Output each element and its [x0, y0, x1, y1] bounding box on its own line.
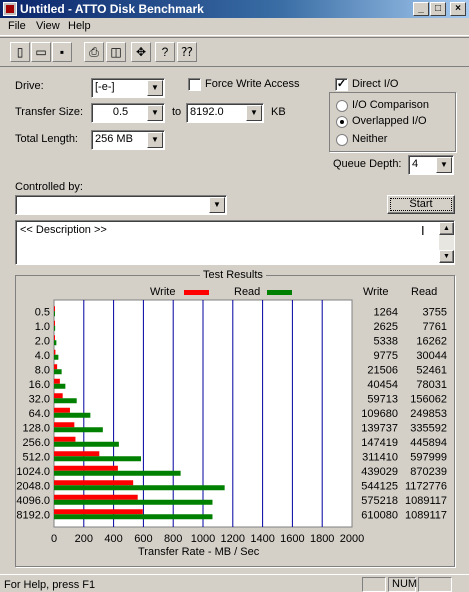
category-label: 0.5 — [35, 306, 50, 318]
write-bar — [54, 422, 75, 428]
write-bar — [54, 364, 58, 370]
read-bar — [54, 325, 56, 331]
write-value: 59713 — [367, 393, 398, 405]
read-value: 445894 — [410, 437, 447, 449]
x-tick-label: 1400 — [250, 533, 274, 545]
read-value: 52461 — [416, 364, 447, 376]
transfer-rate-chart: 0 200 400 600 800 1000 1200 1400 1600 1800 2000 0.5… — [16, 299, 447, 545]
category-label: 32.0 — [29, 393, 50, 405]
x-tick-label: 2000 — [340, 533, 364, 545]
write-value: 311410 — [362, 451, 398, 463]
write-bar — [54, 320, 55, 326]
read-value: 335592 — [410, 422, 447, 434]
read-value: 1172776 — [405, 480, 447, 492]
read-bar — [54, 514, 213, 520]
read-value: 249853 — [410, 408, 447, 420]
read-bar — [54, 398, 77, 404]
category-label: 4.0 — [35, 350, 50, 362]
write-value: 610080 — [361, 509, 398, 521]
read-bar — [54, 354, 59, 360]
write-bar — [54, 436, 76, 442]
write-value: 9775 — [374, 350, 398, 362]
write-value: 5338 — [374, 335, 398, 347]
read-value: 1089117 — [405, 509, 447, 521]
read-bar — [54, 485, 225, 491]
read-value: 870239 — [410, 466, 447, 478]
read-bar — [54, 441, 119, 447]
write-bar — [54, 349, 56, 355]
category-label: 4096.0 — [16, 495, 50, 507]
category-label: 2048.0 — [16, 480, 50, 492]
read-value: 78031 — [416, 379, 447, 391]
status-help-text: For Help, press F1 — [4, 579, 96, 591]
read-bar — [54, 456, 142, 462]
x-axis-label: Transfer Rate - MB / Sec — [138, 546, 260, 558]
write-bar — [54, 335, 55, 341]
write-value: 575218 — [361, 495, 398, 507]
write-bar — [54, 451, 100, 457]
category-label: 64.0 — [29, 408, 50, 420]
category-label: 512.0 — [22, 451, 50, 463]
write-value: 1264 — [374, 306, 398, 318]
write-bar — [54, 378, 60, 384]
x-tick-label: 1600 — [280, 533, 304, 545]
status-panel-caps — [362, 577, 386, 592]
read-value: 30044 — [416, 350, 447, 362]
x-tick-label: 200 — [75, 533, 93, 545]
read-value: 597999 — [410, 451, 447, 463]
read-bar — [54, 311, 55, 317]
status-panel-scroll — [418, 577, 452, 592]
category-label: 8192.0 — [16, 509, 50, 521]
category-label: 256.0 — [22, 437, 50, 449]
status-bar: For Help, press F1 NUM — [0, 574, 469, 592]
read-bar — [54, 499, 213, 505]
write-bar — [54, 480, 134, 486]
x-tick-label: 1200 — [221, 533, 245, 545]
read-value: 16262 — [416, 335, 447, 347]
write-value: 439029 — [361, 466, 398, 478]
read-value: 7761 — [423, 321, 447, 333]
read-bar — [54, 383, 66, 389]
write-value: 2625 — [374, 321, 398, 333]
read-bar — [54, 340, 57, 346]
category-label: 16.0 — [29, 379, 50, 391]
category-label: 128.0 — [22, 422, 50, 434]
read-bar — [54, 369, 62, 375]
x-tick-label: 0 — [51, 533, 57, 545]
write-value: 21506 — [367, 364, 398, 376]
category-label: 1.0 — [35, 321, 50, 333]
write-bar — [54, 393, 63, 399]
x-tick-label: 400 — [104, 533, 122, 545]
category-label: 8.0 — [35, 364, 50, 376]
write-bar — [54, 509, 143, 515]
read-value: 1089117 — [405, 495, 447, 507]
write-value: 40454 — [367, 379, 398, 391]
category-label: 2.0 — [35, 335, 50, 347]
x-tick-label: 800 — [164, 533, 182, 545]
write-value: 139737 — [361, 422, 398, 434]
write-bar — [54, 494, 138, 500]
read-value: 156062 — [410, 393, 447, 405]
x-tick-label: 1800 — [310, 533, 334, 545]
x-tick-label: 600 — [134, 533, 152, 545]
status-num: NUM — [388, 577, 417, 592]
read-value: 3755 — [423, 306, 447, 318]
write-value: 147419 — [361, 437, 398, 449]
write-bar — [54, 407, 70, 413]
read-bar — [54, 427, 103, 433]
read-bar — [54, 470, 181, 476]
read-bar — [54, 412, 91, 418]
category-label: 1024.0 — [16, 466, 50, 478]
x-tick-label: 1000 — [191, 533, 215, 545]
write-value: 109680 — [361, 408, 398, 420]
write-bar — [54, 306, 55, 312]
write-bar — [54, 465, 118, 471]
write-value: 544125 — [361, 480, 398, 492]
